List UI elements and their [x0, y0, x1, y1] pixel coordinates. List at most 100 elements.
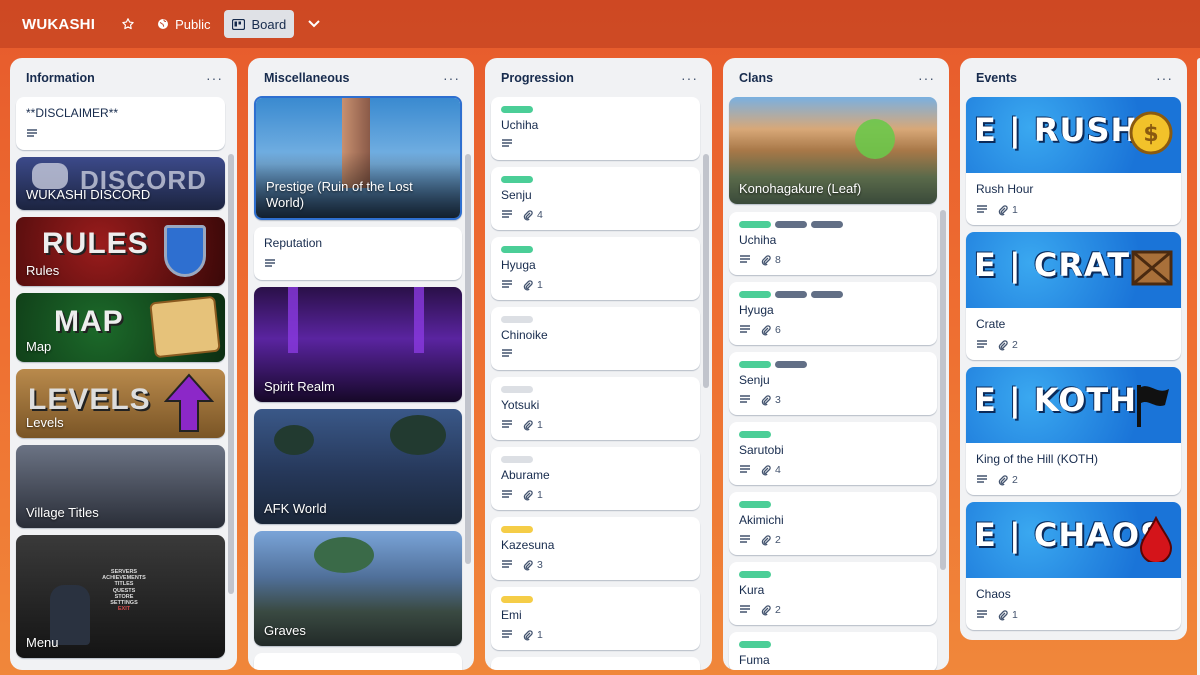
list-title[interactable]: Miscellaneous [264, 71, 349, 85]
more-icon[interactable]: ··· [1156, 70, 1173, 86]
card[interactable]: DISCORD WUKASHI DISCORD [16, 157, 225, 210]
board-title[interactable]: WUKASHI [22, 16, 95, 33]
card-list: Konohagakure (Leaf) Uchiha 8 Hyuga 6 Senju 3 S… [729, 96, 937, 670]
card[interactable]: AFK World [254, 409, 462, 524]
card-title: Kazesuna [501, 538, 555, 552]
card-label[interactable] [811, 291, 843, 298]
more-icon[interactable]: ··· [206, 70, 223, 86]
list-scrollbar[interactable] [703, 154, 709, 388]
card[interactable]: Sarutobi 4 [729, 422, 937, 485]
card-label[interactable] [501, 176, 533, 183]
more-icon[interactable]: ··· [681, 70, 698, 86]
card-title: Sarutobi [739, 443, 784, 457]
card-label[interactable] [739, 221, 771, 228]
card-title: Kura [739, 583, 765, 597]
card[interactable] [491, 657, 700, 670]
card[interactable]: Senju 4 [491, 167, 700, 230]
card[interactable]: Fuma [729, 632, 937, 670]
description-badge [501, 280, 513, 290]
card[interactable]: Senju 3 [729, 352, 937, 415]
list-scrollbar[interactable] [465, 154, 471, 564]
card[interactable]: Hyuga 1 [491, 237, 700, 300]
card-label[interactable] [775, 221, 807, 228]
card-title: **DISCLAIMER** [26, 106, 119, 120]
card[interactable]: Prestige (Ruin of the Lost World) [254, 96, 462, 220]
card[interactable]: E | CRATE Crate 2 [966, 232, 1181, 360]
card[interactable]: Village Titles [16, 445, 225, 528]
card-label[interactable] [775, 291, 807, 298]
card-badges: 1 [501, 279, 543, 291]
card-label[interactable] [501, 246, 533, 253]
card-label[interactable] [739, 641, 771, 648]
card-label[interactable] [739, 431, 771, 438]
card-label[interactable] [501, 526, 533, 533]
card[interactable] [254, 653, 462, 670]
card[interactable]: Spirit Realm [254, 287, 462, 402]
visibility-button[interactable]: Public [149, 10, 218, 38]
card-label[interactable] [739, 501, 771, 508]
description-icon [740, 255, 750, 263]
list-title[interactable]: Information [26, 71, 95, 85]
star-button[interactable] [113, 10, 143, 38]
card[interactable]: E | CHAOS Chaos 1 [966, 502, 1181, 630]
list-scrollbar[interactable] [940, 210, 946, 570]
attachment-count: 8 [775, 254, 781, 266]
list-scrollbar[interactable] [228, 154, 234, 594]
attachment-count: 4 [775, 464, 781, 476]
view-switcher-button[interactable] [300, 10, 328, 38]
blood-drop-icon [1139, 515, 1173, 564]
card[interactable]: Hyuga 6 [729, 282, 937, 345]
list-title[interactable]: Clans [739, 71, 773, 85]
card-label[interactable] [501, 456, 533, 463]
discord-logo-icon [32, 163, 68, 189]
card[interactable]: E | RUSH $ Rush Hour 1 [966, 97, 1181, 225]
card[interactable]: Akimichi 2 [729, 492, 937, 555]
card[interactable]: SERVERS ACHIEVEMENTS TITLES QUESTS STORE… [16, 535, 225, 658]
card[interactable]: MAP Map [16, 293, 225, 362]
list-title[interactable]: Progression [501, 71, 574, 85]
card-label[interactable] [739, 571, 771, 578]
card[interactable]: E | KOTH King of the Hill (KOTH) 2 [966, 367, 1181, 495]
card-label[interactable] [501, 106, 533, 113]
attachment-badge: 3 [523, 559, 543, 571]
up-arrow-icon [164, 373, 214, 432]
card-label[interactable] [811, 221, 843, 228]
card-badges: 6 [739, 324, 781, 336]
card[interactable]: Yotsuki 1 [491, 377, 700, 440]
card[interactable]: Emi 1 [491, 587, 700, 650]
card[interactable]: Reputation [254, 227, 462, 280]
treasure-map-icon [149, 295, 221, 359]
description-badge [501, 210, 513, 220]
card-label[interactable] [739, 361, 771, 368]
card[interactable]: Kazesuna 3 [491, 517, 700, 580]
card-list: E | RUSH $ Rush Hour 1 E | CRATE Crate 2 E | KO… [966, 96, 1181, 640]
card-label[interactable] [501, 386, 533, 393]
card-label[interactable] [739, 291, 771, 298]
more-icon[interactable]: ··· [443, 70, 460, 86]
card[interactable]: Kura 2 [729, 562, 937, 625]
card-label[interactable] [501, 596, 533, 603]
more-icon[interactable]: ··· [918, 70, 935, 86]
card[interactable]: RULES Rules [16, 217, 225, 286]
description-badge [976, 340, 988, 350]
list-title[interactable]: Events [976, 71, 1017, 85]
attachment-count: 2 [775, 604, 781, 616]
attachment-count: 4 [537, 209, 543, 221]
description-icon [740, 605, 750, 613]
card-title: Chaos [976, 587, 1011, 601]
card[interactable]: Konohagakure (Leaf) [729, 97, 937, 204]
card[interactable]: **DISCLAIMER** [16, 97, 225, 150]
card[interactable]: LEVELS Levels [16, 369, 225, 438]
board-view-button[interactable]: Board [224, 10, 295, 38]
card[interactable]: Uchiha [491, 97, 700, 160]
card-labels [739, 571, 771, 578]
description-icon [502, 560, 512, 568]
card[interactable]: Aburame 1 [491, 447, 700, 510]
visibility-label: Public [175, 16, 211, 32]
card[interactable]: Graves [254, 531, 462, 646]
tree [314, 537, 374, 573]
card[interactable]: Uchiha 8 [729, 212, 937, 275]
card[interactable]: Chinoike [491, 307, 700, 370]
card-label[interactable] [501, 316, 533, 323]
card-label[interactable] [775, 361, 807, 368]
